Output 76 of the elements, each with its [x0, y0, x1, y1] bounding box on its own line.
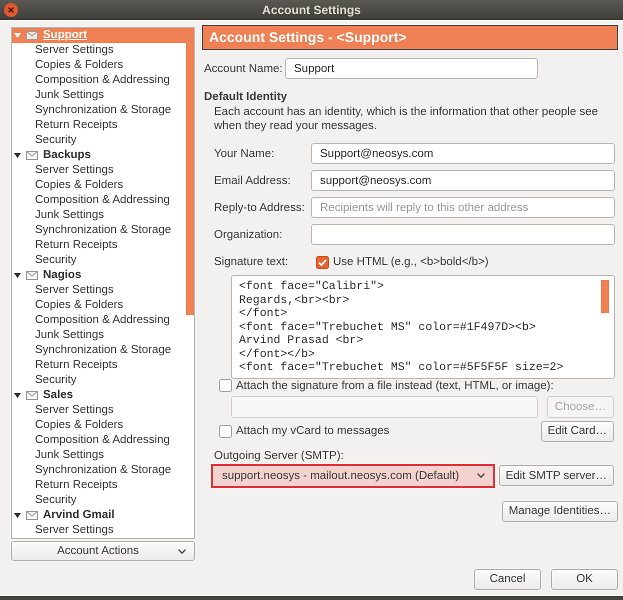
tree-item[interactable]: Copies & Folders — [12, 178, 186, 193]
tree-item[interactable]: Server Settings — [12, 403, 186, 418]
tree-item[interactable]: Synchronization & Storage — [12, 463, 186, 478]
manage-identities-button[interactable]: Manage Identities… — [502, 500, 618, 522]
envelope-icon — [26, 511, 38, 520]
tree-item[interactable]: Synchronization & Storage — [12, 103, 186, 118]
section-heading: Default Identity — [203, 90, 288, 104]
account-tree-item[interactable]: Sales — [12, 388, 186, 403]
envelope-icon — [26, 271, 38, 280]
account-tree-item[interactable]: Backups — [12, 148, 186, 163]
field-label: Email Address: — [214, 174, 292, 186]
tree-item[interactable]: Server Settings — [12, 163, 186, 178]
field-label: Your Name: — [214, 148, 276, 160]
chevron-down-icon — [476, 473, 485, 478]
tree-item[interactable]: Return Receipts — [12, 358, 186, 373]
tree-item[interactable]: Server Settings — [12, 523, 186, 538]
envelope-icon — [26, 151, 38, 160]
tree-item[interactable]: Copies & Folders — [12, 58, 186, 73]
tree-item[interactable]: Junk Settings — [12, 328, 186, 343]
tree-item[interactable]: Composition & Addressing — [12, 313, 186, 328]
expand-triangle-icon[interactable] — [14, 273, 21, 278]
tree-item[interactable]: Junk Settings — [12, 448, 186, 463]
tree-item[interactable]: Server Settings — [12, 43, 186, 58]
text-field[interactable] — [311, 224, 615, 245]
envelope-icon — [26, 391, 38, 400]
tree-item[interactable]: Composition & Addressing — [12, 433, 186, 448]
checkbox-label: Use HTML (e.g., <b>bold</b>) — [333, 256, 489, 268]
tree-item[interactable]: Return Receipts — [12, 238, 186, 253]
tree-item[interactable]: Copies & Folders — [12, 298, 186, 313]
field-label: Account Name: — [203, 62, 284, 74]
tree-item[interactable]: Synchronization & Storage — [12, 223, 186, 238]
edit-card-button[interactable]: Edit Card… — [540, 420, 614, 442]
tree-item[interactable]: Security — [12, 493, 186, 508]
field-label: Reply-to Address: — [214, 202, 306, 214]
smtp-server-dropdown[interactable]: support.neosys - mailout.neosys.com (Default) — [211, 464, 495, 488]
tree-item[interactable]: Junk Settings — [12, 88, 186, 103]
checkbox[interactable] — [219, 424, 232, 438]
checkbox-label: Attach my vCard to messages — [236, 425, 390, 437]
tree-item[interactable]: Junk Settings — [12, 208, 186, 223]
tree-item[interactable]: Copies & Folders — [12, 418, 186, 433]
account-actions-button[interactable]: Account Actions — [11, 541, 195, 561]
field-label: Signature text: — [214, 256, 290, 268]
text-field[interactable]: support@neosys.com — [311, 170, 615, 191]
account-tree-item[interactable]: Nagios — [12, 268, 186, 283]
tree-item[interactable]: Security — [12, 133, 186, 148]
text-field[interactable]: Support — [285, 58, 538, 79]
expand-triangle-icon[interactable] — [14, 513, 21, 518]
window-title: Account Settings — [262, 3, 361, 17]
tree-item[interactable]: Return Receipts — [12, 118, 186, 133]
field-label: Outgoing Server (SMTP): — [214, 448, 344, 462]
page-header: Account Settings - <Support> — [202, 25, 618, 50]
expand-triangle-icon[interactable] — [14, 153, 21, 158]
scrollbar-thumb[interactable] — [186, 28, 194, 315]
checkbox[interactable] — [316, 256, 329, 268]
tree-item[interactable]: Composition & Addressing — [12, 193, 186, 208]
scrollbar-thumb[interactable] — [601, 280, 609, 313]
dialog-button[interactable]: OK — [551, 568, 618, 590]
description-text: Each account has an identity, which is the information that other people see when they read your messages. — [214, 105, 599, 133]
dialog-button[interactable]: Cancel — [474, 568, 541, 590]
checkbox[interactable] — [219, 379, 232, 392]
expand-triangle-icon[interactable] — [14, 393, 21, 398]
tree-item[interactable]: Server Settings — [12, 283, 186, 298]
edit-smtp-server-button[interactable]: Edit SMTP server… — [498, 465, 614, 486]
chevron-down-icon — [178, 548, 186, 554]
tree-item[interactable]: Security — [12, 253, 186, 268]
tree-item[interactable]: Synchronization & Storage — [12, 343, 186, 358]
signature-field[interactable]: <font face="Calibri"> Regards,<br><br> </font> <font face="Trebuchet MS" color=#1F497D><b> Arvind Prasad <br> </font></b> <font face="Trebuchet MS" color=#5F5F5F size=2> — [231, 275, 615, 378]
tree-item[interactable]: Composition & Addressing — [12, 73, 186, 88]
tree-item[interactable]: Security — [12, 373, 186, 388]
close-icon[interactable] — [4, 3, 18, 17]
tree-item[interactable]: Return Receipts — [12, 478, 186, 493]
checkbox-label: Attach the signature from a file instead (text, HTML, or image): — [236, 380, 554, 392]
text-field[interactable]: Support@neosys.com — [311, 143, 615, 164]
envelope-icon — [26, 31, 38, 40]
field-label: Organization: — [214, 228, 284, 240]
account-tree-item[interactable]: Arvind Gmail — [12, 508, 186, 523]
